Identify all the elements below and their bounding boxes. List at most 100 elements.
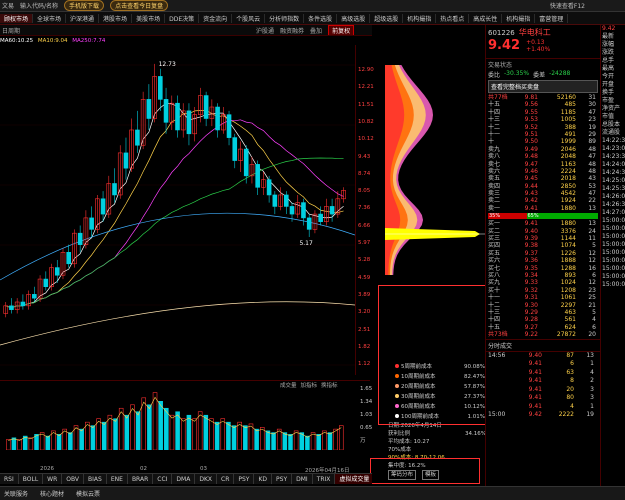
nav-item-8[interactable]: 分析师指数 bbox=[265, 13, 305, 23]
nav-item-10[interactable]: 高级选股 bbox=[337, 13, 371, 23]
sell-row[interactable]: 十四 9.55 1185 47 bbox=[486, 109, 600, 116]
sell-row[interactable]: 卖五 9.45 2018 43 bbox=[486, 175, 600, 182]
indicator-tab-2[interactable]: WR bbox=[43, 474, 63, 484]
indicator-tab-4[interactable]: BIAS bbox=[84, 474, 107, 484]
vol-toolbar: 成交量 加指标 换指标 bbox=[280, 381, 338, 389]
bottom-link-0[interactable]: 关联服务 bbox=[4, 489, 28, 498]
price-tick-6: 8.74 bbox=[358, 170, 371, 177]
nav-item-3[interactable]: 港股市场 bbox=[99, 13, 133, 23]
buy-row[interactable]: 买七 9.35 1288 16 bbox=[486, 265, 600, 272]
toolbar-item-0[interactable]: 沪股通 bbox=[256, 26, 274, 35]
indicator-tab-0[interactable]: RSI bbox=[0, 474, 19, 484]
buy-row[interactable]: 买五 9.37 1226 12 bbox=[486, 250, 600, 257]
indicator-tab-12[interactable]: KD bbox=[254, 474, 273, 484]
price-tick-11: 5.28 bbox=[358, 257, 371, 264]
indicator-tab-11[interactable]: PSY bbox=[234, 474, 255, 484]
far-right-item-23: 14:26:30 bbox=[602, 201, 625, 208]
buy-row[interactable]: 买六 9.36 1888 12 bbox=[486, 257, 600, 264]
daily-review-button[interactable]: 点击查看今日复盘 bbox=[110, 0, 169, 11]
indicator-tab-8[interactable]: DMA bbox=[172, 474, 196, 484]
candle-body bbox=[163, 99, 169, 123]
nav-item-12[interactable]: 机构撮指 bbox=[403, 13, 437, 23]
volume-bar bbox=[192, 418, 197, 450]
sell-row[interactable]: 卖四 9.44 2850 53 bbox=[486, 183, 600, 190]
sell-row[interactable]: 十一 9.51 491 29 bbox=[486, 131, 600, 138]
price-tick-10: 5.97 bbox=[358, 240, 371, 246]
fuquan-button[interactable]: 前复权 bbox=[328, 25, 355, 35]
indicator-tab-10[interactable]: CR bbox=[217, 474, 235, 484]
sell-row[interactable]: 卖三 9.43 4542 47 bbox=[486, 190, 600, 197]
nav-item-13[interactable]: 热点看点 bbox=[436, 13, 470, 23]
deal-tab[interactable]: 分时成交 bbox=[486, 338, 600, 352]
vol-tool-2[interactable]: 换指标 bbox=[321, 381, 338, 389]
period-selector[interactable]: 日周期 bbox=[2, 26, 20, 35]
nav-item-2[interactable]: 沪深港通 bbox=[66, 13, 100, 23]
nav-item-15[interactable]: 机构撮指 bbox=[502, 13, 536, 23]
nav-item-4[interactable]: 美股市场 bbox=[132, 13, 166, 23]
buy-row[interactable]: 十三 9.29 463 5 bbox=[486, 309, 600, 316]
sell-row[interactable]: 十二 9.52 388 19 bbox=[486, 124, 600, 131]
nav-item-16[interactable]: 富营管理 bbox=[535, 13, 569, 23]
buy-row[interactable]: 买十 9.32 1208 23 bbox=[486, 287, 600, 294]
indicator-tab-7[interactable]: CCI bbox=[153, 474, 173, 484]
far-right-item-0: 9.42 bbox=[602, 25, 616, 32]
sell-row[interactable]: 卖七 9.47 1163 48 bbox=[486, 161, 600, 168]
nav-item-14[interactable]: 高成长性 bbox=[469, 13, 503, 23]
mobile-download-button[interactable]: 手机版下载 bbox=[64, 0, 105, 11]
sell-row[interactable]: 卖六 9.46 2224 48 bbox=[486, 168, 600, 175]
buy-row[interactable]: 十二 9.30 2297 21 bbox=[486, 302, 600, 309]
volume-chart[interactable] bbox=[0, 380, 370, 450]
nav-item-0[interactable]: 顾权市场 bbox=[0, 13, 34, 23]
far-right-item-11: 市值 bbox=[602, 113, 615, 120]
buy-row[interactable]: 买四 9.38 1074 5 bbox=[486, 242, 600, 249]
buy-row[interactable]: 十四 9.28 561 4 bbox=[486, 316, 600, 323]
sell-row[interactable]: 十五 9.56 485 30 bbox=[486, 101, 600, 108]
toolbar-item-1[interactable]: 融资融券 bbox=[280, 26, 304, 35]
buy-row[interactable]: 买三 9.39 1144 11 bbox=[486, 235, 600, 242]
indicator-tab-1[interactable]: BOLL bbox=[19, 474, 44, 484]
full-depth-link[interactable]: 查看完整档买卖盘 bbox=[488, 80, 598, 93]
indicator-tab-13[interactable]: PSY bbox=[272, 474, 293, 484]
buy-row[interactable]: 十一 9.31 1061 25 bbox=[486, 294, 600, 301]
sell-row[interactable]: 十 9.50 1999 89 bbox=[486, 138, 600, 145]
nav-item-9[interactable]: 条件选股 bbox=[304, 13, 338, 23]
vol-tool-1[interactable]: 加指标 bbox=[301, 381, 318, 389]
indicator-tab-6[interactable]: BRAR bbox=[128, 474, 154, 484]
nav-item-11[interactable]: 超级选股 bbox=[370, 13, 404, 23]
search-hint[interactable]: 输入代码/名称 bbox=[20, 1, 58, 10]
volume-bar bbox=[28, 437, 34, 450]
indicator-tab-5[interactable]: ENE bbox=[107, 474, 128, 484]
sell-row[interactable]: 卖二 9.42 1924 22 bbox=[486, 197, 600, 204]
buy-row[interactable]: 买八 9.34 893 6 bbox=[486, 272, 600, 279]
bottom-link-2[interactable]: 模拟云票 bbox=[76, 489, 100, 498]
volume-bar bbox=[316, 434, 321, 450]
indicator-tab-3[interactable]: OBV bbox=[62, 474, 85, 484]
buy-row[interactable]: 买二 9.40 3376 24 bbox=[486, 228, 600, 235]
candlestick-chart[interactable]: 12.73 5.17 bbox=[0, 45, 355, 375]
indicator-tab-9[interactable]: DKX bbox=[195, 474, 217, 484]
nav-item-6[interactable]: 资金流向 bbox=[199, 13, 233, 23]
quote-header: 601226 华电科工 9.42 +0.13 +1.40% bbox=[486, 25, 600, 59]
sell-row[interactable]: 卖八 9.48 2048 47 bbox=[486, 153, 600, 160]
menu-file[interactable]: 文易 bbox=[2, 1, 14, 10]
buy-row[interactable]: 买九 9.33 1024 12 bbox=[486, 279, 600, 286]
sell-row[interactable]: 卖九 9.49 2046 48 bbox=[486, 146, 600, 153]
buy-row[interactable]: 买一 9.41 1880 13 bbox=[486, 220, 600, 227]
indicator-tab-16[interactable]: 虚拟成交量 bbox=[335, 474, 372, 484]
toolbar-item-2[interactable]: 叠加 bbox=[310, 26, 322, 35]
nav-item-1[interactable]: 全球市场 bbox=[33, 13, 67, 23]
vol-tool-0[interactable]: 成交量 bbox=[280, 381, 297, 389]
nav-item-5[interactable]: DDE决策 bbox=[165, 13, 200, 23]
sell-row[interactable]: 十三 9.53 1005 23 bbox=[486, 116, 600, 123]
ma-legend: MA60:10.25 MA10:9.04 MA250:7.74 bbox=[0, 38, 105, 44]
trade-row: 9.41 80 3 bbox=[528, 394, 594, 401]
sell-row[interactable]: 卖一 9.41 1880 13 bbox=[486, 205, 600, 212]
indicator-tab-15[interactable]: TRIX bbox=[313, 474, 336, 484]
bottom-link-1[interactable]: 核心题材 bbox=[40, 489, 64, 498]
buy-row[interactable]: 十五 9.27 624 6 bbox=[486, 324, 600, 331]
quick-view-hint[interactable]: 快速查看F12 bbox=[550, 1, 625, 10]
price-change: +0.13 bbox=[526, 38, 545, 46]
weibi-label: 委比 bbox=[488, 72, 501, 79]
indicator-tab-14[interactable]: DMI bbox=[292, 474, 313, 484]
nav-item-7[interactable]: 个股风云 bbox=[232, 13, 266, 23]
